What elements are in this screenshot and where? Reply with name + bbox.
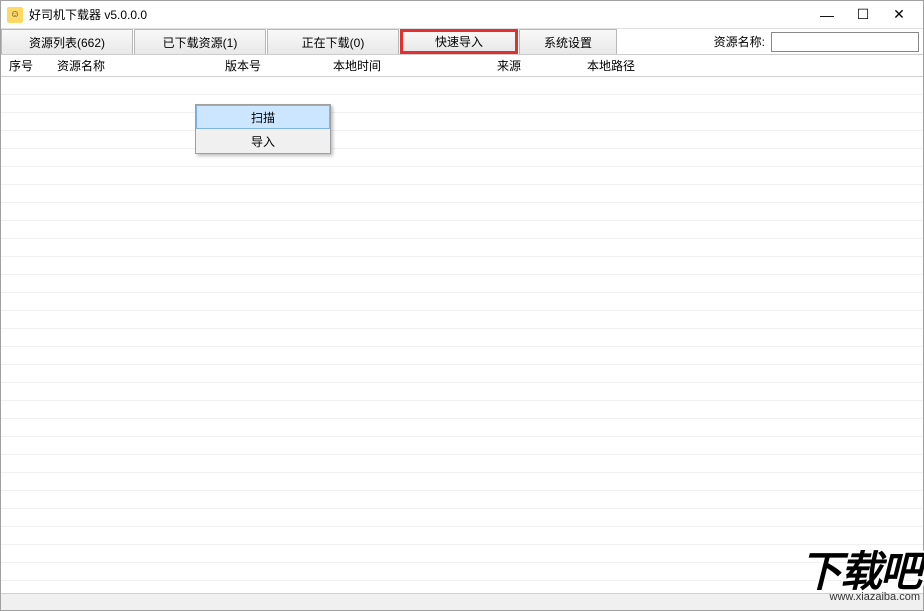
list-row[interactable] (1, 401, 923, 419)
titlebar[interactable]: ☺ 好司机下载器 v5.0.0.0 — ☐ ✕ (1, 1, 923, 29)
tab-quick-import[interactable]: 快速导入 (400, 29, 518, 54)
list-row[interactable] (1, 77, 923, 95)
col-seq[interactable]: 序号 (1, 57, 49, 74)
horizontal-scrollbar[interactable] (1, 593, 923, 610)
rows-container (1, 77, 923, 593)
list-row[interactable] (1, 419, 923, 437)
list-row[interactable] (1, 113, 923, 131)
list-row[interactable] (1, 527, 923, 545)
toolbar: 资源列表(662) 已下载资源(1) 正在下载(0) 快速导入 系统设置 资源名… (1, 29, 923, 55)
maximize-button[interactable]: ☐ (845, 1, 881, 29)
toolbar-spacer (618, 29, 708, 54)
minimize-button[interactable]: — (809, 1, 845, 29)
list-row[interactable] (1, 545, 923, 563)
tab-downloaded[interactable]: 已下载资源(1) (134, 29, 266, 54)
list-row[interactable] (1, 347, 923, 365)
list-row[interactable] (1, 221, 923, 239)
menu-scan[interactable]: 扫描 (196, 105, 330, 129)
col-name[interactable]: 资源名称 (49, 57, 217, 74)
list-row[interactable] (1, 275, 923, 293)
col-source[interactable]: 来源 (489, 57, 579, 74)
list-row[interactable] (1, 257, 923, 275)
list-row[interactable] (1, 203, 923, 221)
context-menu: 扫描 导入 (195, 104, 331, 154)
list-row[interactable] (1, 239, 923, 257)
tab-resource-list[interactable]: 资源列表(662) (1, 29, 133, 54)
window-title: 好司机下载器 v5.0.0.0 (29, 6, 809, 23)
col-local-path[interactable]: 本地路径 (579, 57, 923, 74)
list-row[interactable] (1, 167, 923, 185)
list-row[interactable] (1, 131, 923, 149)
list-row[interactable] (1, 185, 923, 203)
app-window: ☺ 好司机下载器 v5.0.0.0 — ☐ ✕ 资源列表(662) 已下载资源(… (0, 0, 924, 611)
search-label: 资源名称: (708, 29, 771, 54)
column-headers: 序号 资源名称 版本号 本地时间 来源 本地路径 (1, 55, 923, 77)
list-row[interactable] (1, 437, 923, 455)
list-row[interactable] (1, 149, 923, 167)
tab-downloading[interactable]: 正在下载(0) (267, 29, 399, 54)
search-input[interactable] (771, 32, 919, 52)
list-row[interactable] (1, 95, 923, 113)
col-version[interactable]: 版本号 (217, 57, 325, 74)
list-row[interactable] (1, 491, 923, 509)
list-row[interactable] (1, 311, 923, 329)
menu-import[interactable]: 导入 (196, 129, 330, 153)
list-row[interactable] (1, 473, 923, 491)
window-controls: — ☐ ✕ (809, 1, 917, 29)
list-row[interactable] (1, 383, 923, 401)
list-row[interactable] (1, 293, 923, 311)
col-local-time[interactable]: 本地时间 (325, 57, 489, 74)
list-row[interactable] (1, 329, 923, 347)
tab-system-settings[interactable]: 系统设置 (519, 29, 617, 54)
app-icon: ☺ (7, 7, 23, 23)
close-button[interactable]: ✕ (881, 1, 917, 29)
list-row[interactable] (1, 365, 923, 383)
list-row[interactable] (1, 455, 923, 473)
list-area[interactable]: 扫描 导入 (1, 77, 923, 610)
list-row[interactable] (1, 563, 923, 581)
list-row[interactable] (1, 509, 923, 527)
